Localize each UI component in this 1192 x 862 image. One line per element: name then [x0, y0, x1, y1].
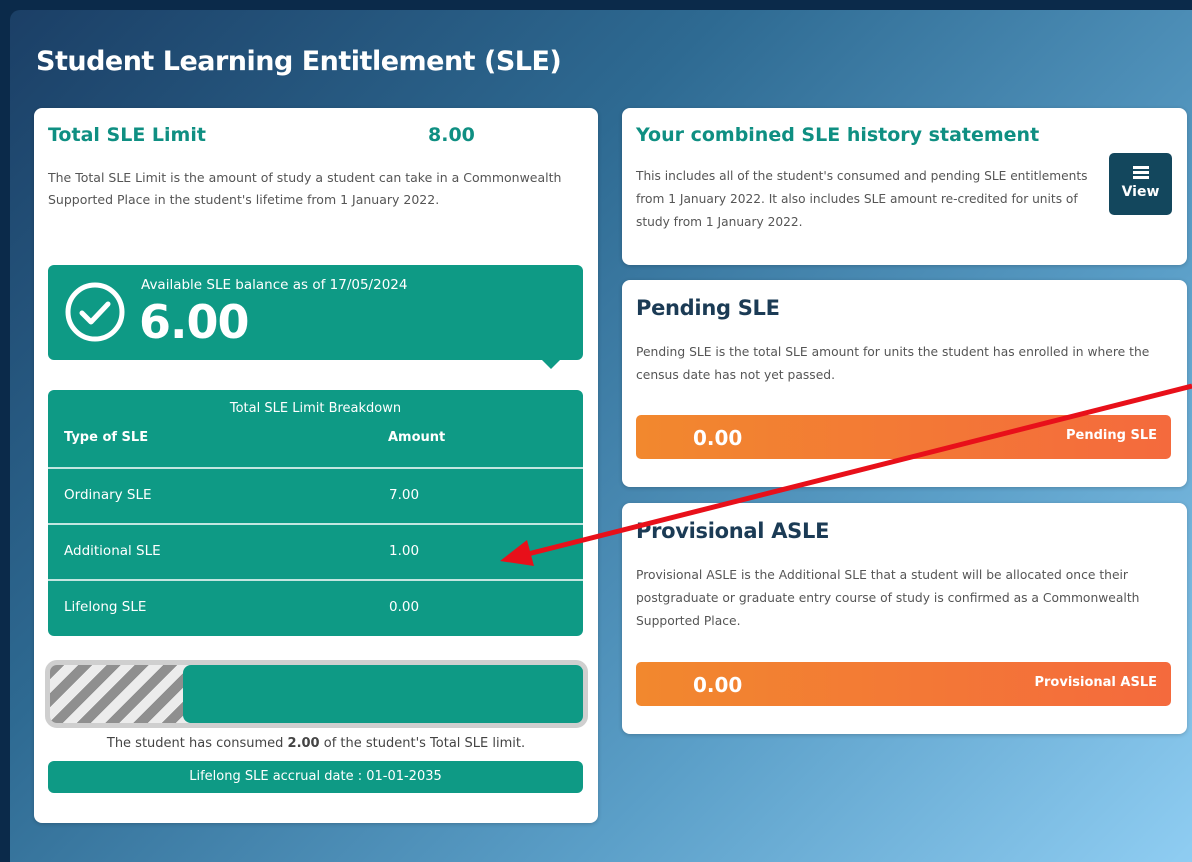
row-type: Lifelong SLE [64, 599, 147, 615]
breakdown-title: Total SLE Limit Breakdown [229, 401, 402, 416]
history-description: This includes all of the student's consu… [636, 169, 1088, 229]
row-amount: 1.00 [389, 543, 420, 559]
pending-title: Pending SLE [636, 296, 780, 320]
pending-value-bar: 0.00 Pending SLE [636, 415, 1171, 459]
lifelong-accrual-date: Lifelong SLE accrual date : 01-01-2035 [48, 761, 583, 793]
history-title: Your combined SLE history statement [636, 124, 1040, 146]
pending-value: 0.00 [693, 426, 743, 450]
table-row: Lifelong SLE 0.00 [48, 579, 583, 635]
table-row: Ordinary SLE 7.00 [48, 467, 583, 523]
column-header-type: Type of SLE [64, 430, 149, 445]
column-header-amount: Amount [388, 430, 446, 445]
progress-remaining-fill [183, 665, 583, 723]
total-sle-limit-value: 8.00 [428, 124, 475, 146]
provisional-value: 0.00 [693, 673, 743, 697]
row-type: Ordinary SLE [64, 487, 152, 503]
sle-breakdown-table: Total SLE Limit Breakdown Type of SLE Am… [48, 390, 583, 636]
view-history-button[interactable]: View [1109, 153, 1172, 215]
provisional-asle-card: Provisional ASLE Provisional ASLE is the… [622, 503, 1187, 734]
provisional-title: Provisional ASLE [636, 519, 830, 543]
check-circle-icon [65, 282, 125, 342]
available-balance-box: Available SLE balance as of 17/05/2024 6… [48, 265, 583, 369]
row-amount: 7.00 [389, 487, 420, 503]
page-title: Student Learning Entitlement (SLE) [36, 46, 562, 77]
pending-sle-card: Pending SLE Pending SLE is the total SLE… [622, 280, 1187, 487]
provisional-description: Provisional ASLE is the Additional SLE t… [636, 568, 1140, 628]
row-amount: 0.00 [389, 599, 420, 615]
provisional-label: Provisional ASLE [1034, 675, 1157, 690]
row-type: Additional SLE [64, 543, 161, 559]
total-sle-limit-title: Total SLE Limit [48, 124, 206, 146]
pending-label: Pending SLE [1066, 428, 1157, 443]
balance-notch [541, 359, 561, 369]
list-icon [1133, 166, 1149, 179]
sle-history-card: Your combined SLE history statement This… [622, 108, 1187, 265]
sle-usage-progress-bar [45, 660, 588, 728]
pending-description: Pending SLE is the total SLE amount for … [636, 345, 1150, 382]
total-sle-card: Total SLE Limit 8.00 The Total SLE Limit… [34, 108, 598, 823]
consumed-amount: 2.00 [287, 736, 320, 751]
balance-value: 6.00 [139, 295, 249, 349]
provisional-value-bar: 0.00 Provisional ASLE [636, 662, 1171, 706]
total-sle-limit-description: The Total SLE Limit is the amount of stu… [48, 170, 562, 207]
table-row: Additional SLE 1.00 [48, 523, 583, 579]
consumed-text: The student has consumed 2.00 of the stu… [106, 736, 526, 751]
balance-label: Available SLE balance as of 17/05/2024 [141, 277, 408, 293]
view-button-label: View [1121, 184, 1160, 200]
